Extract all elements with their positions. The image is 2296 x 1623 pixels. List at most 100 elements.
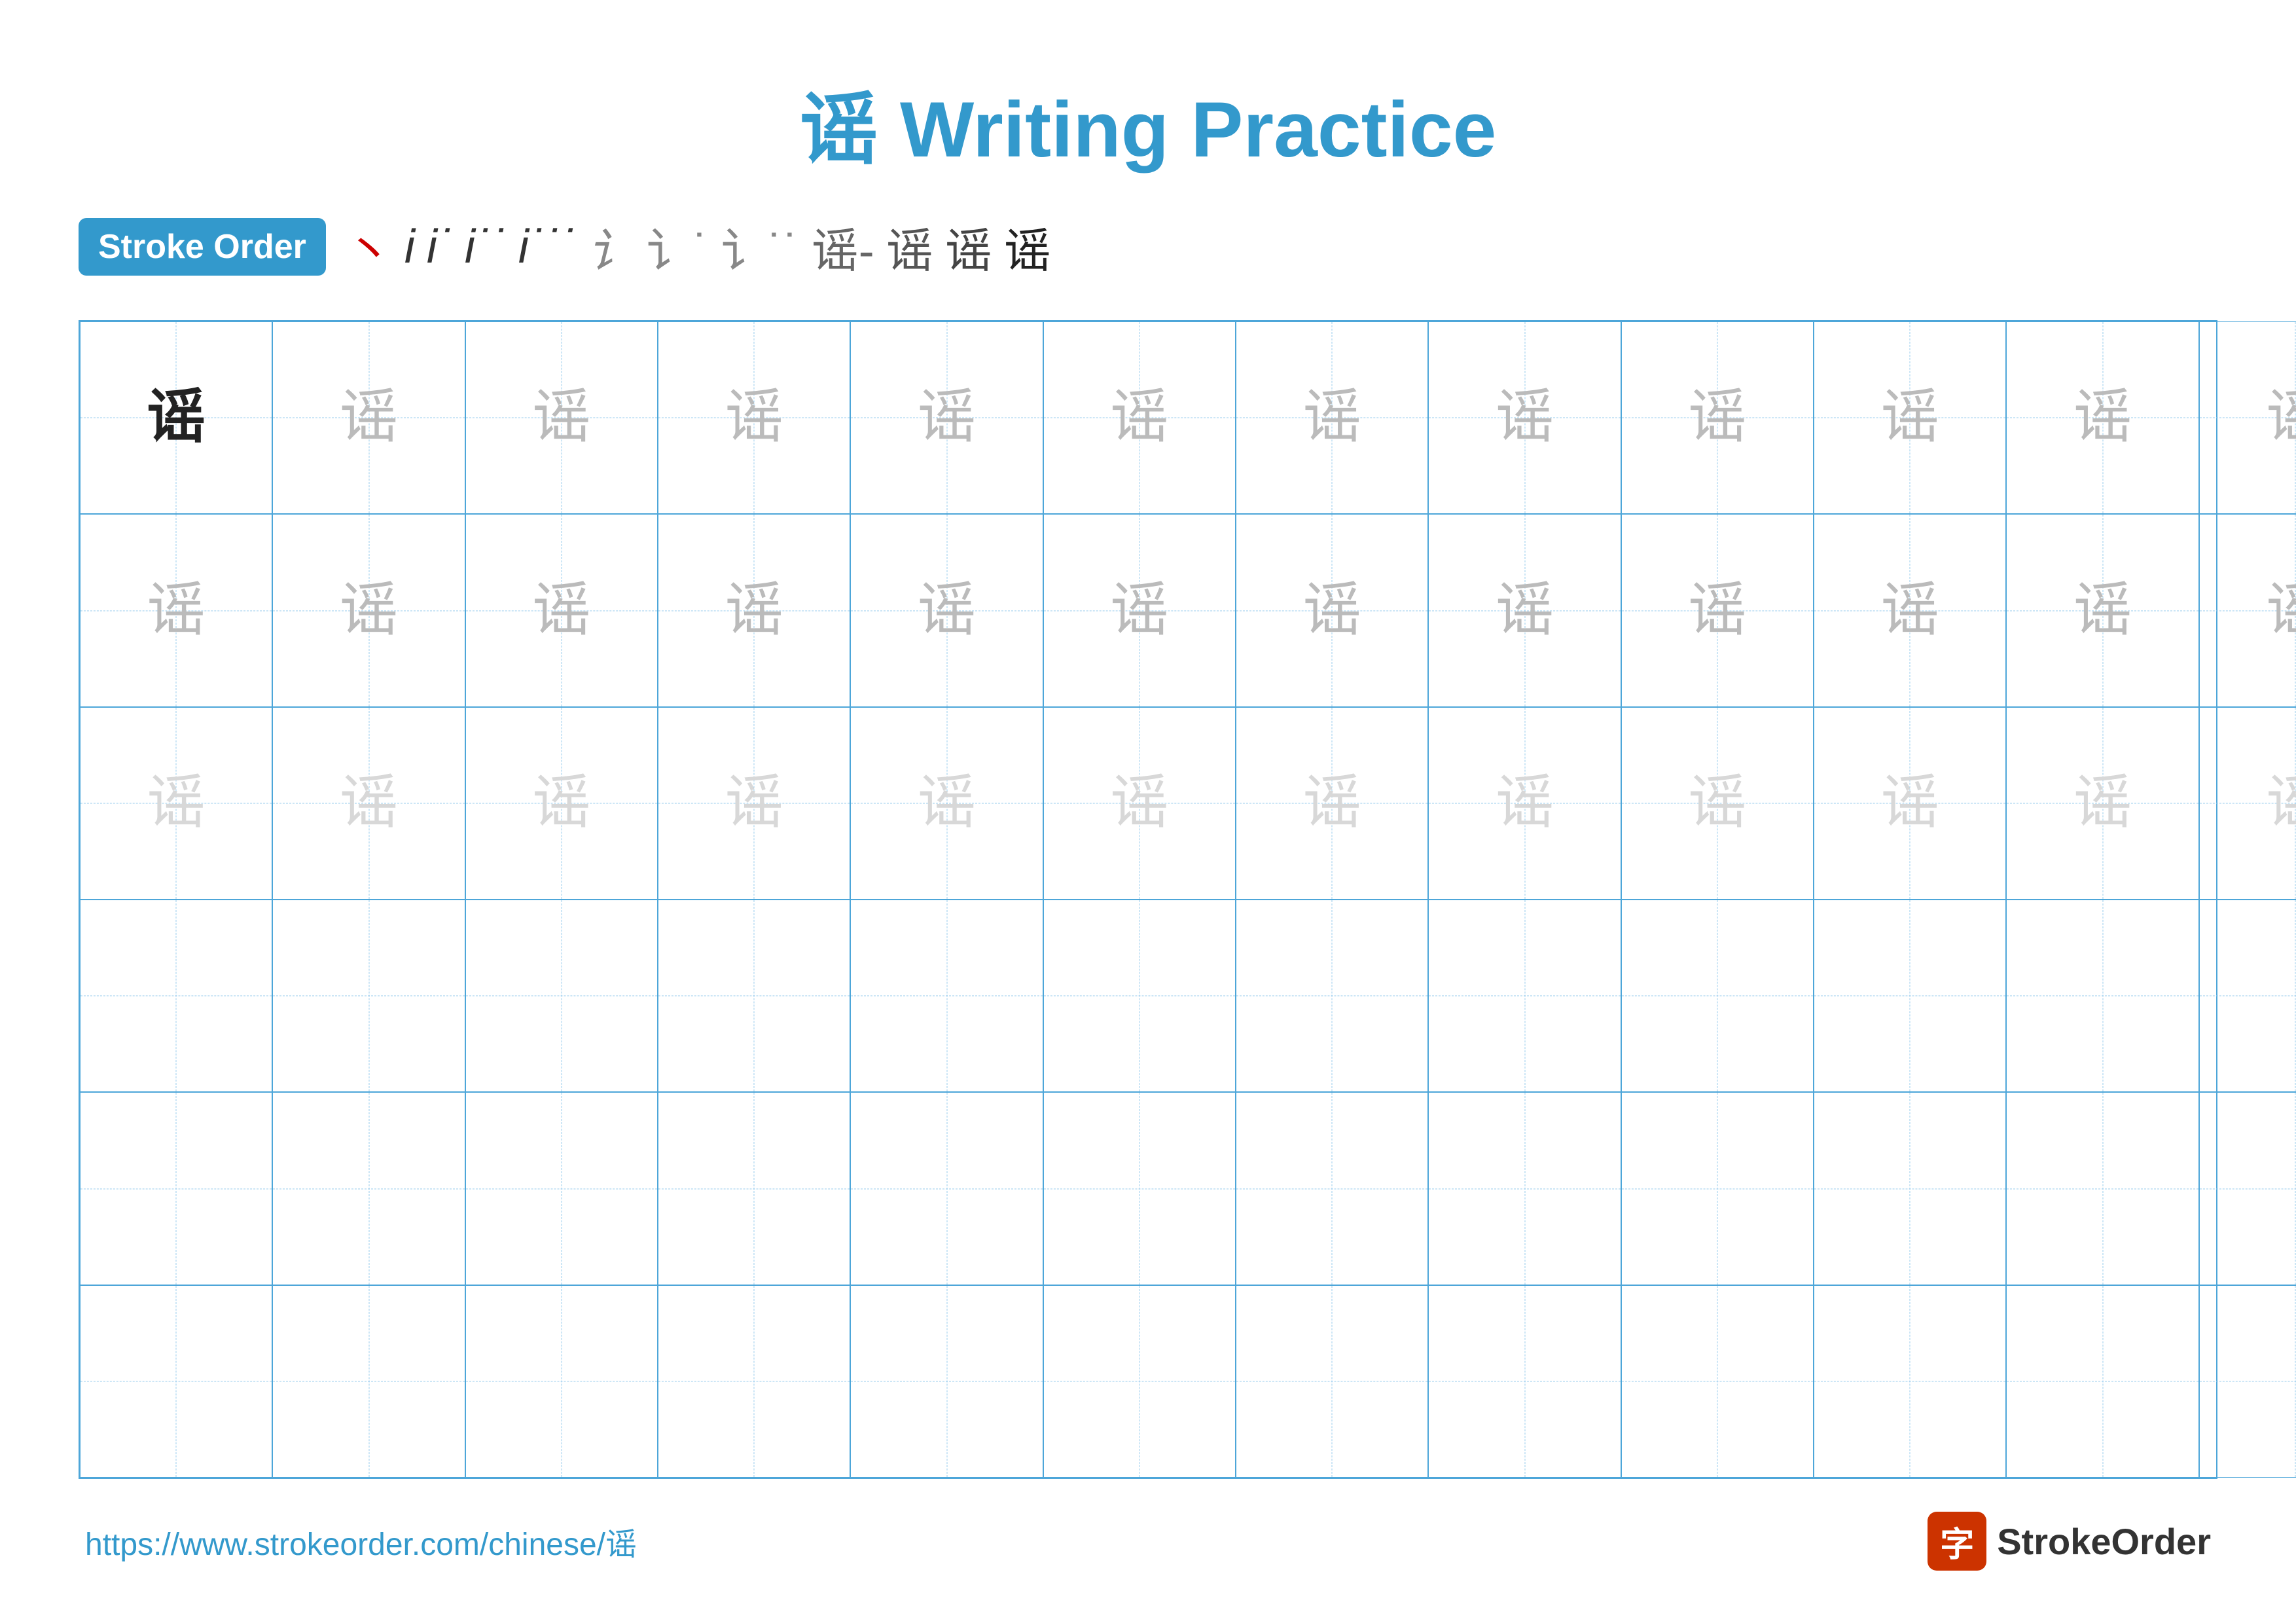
grid-cell[interactable]: 谣 — [465, 514, 658, 706]
grid-cell-char: 谣 — [1688, 581, 1747, 640]
grid-cell[interactable]: 谣 — [1621, 514, 1814, 706]
grid-cell[interactable] — [1428, 900, 1621, 1092]
grid-cell[interactable]: 谣 — [2006, 514, 2198, 706]
grid-cell[interactable] — [1428, 1285, 1621, 1478]
grid-cell[interactable] — [272, 1092, 465, 1285]
grid-cell[interactable] — [658, 1092, 850, 1285]
grid-cell[interactable]: 谣 — [80, 321, 272, 514]
grid-cell[interactable]: 谣 — [658, 321, 850, 514]
grid-cell-char: 谣 — [1110, 774, 1169, 833]
grid-cell[interactable]: 谣 — [1814, 321, 2006, 514]
grid-cell-char: 谣 — [147, 774, 206, 833]
grid-cell[interactable]: 谣 — [1428, 707, 1621, 900]
grid-cell[interactable] — [1428, 1092, 1621, 1285]
grid-cell-char: 谣 — [2266, 581, 2296, 640]
grid-cell[interactable]: 谣 — [272, 321, 465, 514]
grid-cell-char: 谣 — [1302, 581, 1361, 640]
grid-cell[interactable]: 谣 — [2199, 514, 2296, 706]
grid-cell[interactable]: 谣 — [1621, 321, 1814, 514]
grid-cell-char: 谣 — [1880, 774, 1939, 833]
grid-cell[interactable] — [465, 900, 658, 1092]
stroke-step-5: i˙˙˙ — [518, 220, 576, 274]
grid-cell-char: 谣 — [147, 581, 206, 640]
grid-cell[interactable]: 谣 — [2199, 321, 2296, 514]
grid-cell[interactable] — [80, 900, 272, 1092]
grid-cell-char: 谣 — [725, 581, 783, 640]
grid-cell-char: 谣 — [2073, 581, 2132, 640]
grid-cell[interactable]: 谣 — [1043, 514, 1236, 706]
grid-cell[interactable] — [1814, 1285, 2006, 1478]
stroke-step-6: 讠 — [588, 212, 635, 281]
grid-cell[interactable]: 谣 — [1236, 321, 1428, 514]
grid-cell[interactable] — [1236, 1285, 1428, 1478]
grid-cell-char: 谣 — [1880, 388, 1939, 447]
grid-cell[interactable] — [2006, 1285, 2198, 1478]
grid-cell[interactable]: 谣 — [850, 321, 1043, 514]
grid-cell[interactable]: 谣 — [465, 707, 658, 900]
grid-cell[interactable] — [658, 1285, 850, 1478]
grid-cell[interactable] — [2199, 900, 2296, 1092]
grid-cell[interactable] — [80, 1285, 272, 1478]
grid-cell-char: 谣 — [1496, 774, 1554, 833]
grid-cell[interactable] — [465, 1092, 658, 1285]
grid-cell[interactable]: 谣 — [80, 514, 272, 706]
stroke-step-1: 丶 — [346, 212, 393, 281]
grid-cell[interactable]: 谣 — [658, 707, 850, 900]
grid-cell[interactable] — [850, 900, 1043, 1092]
stroke-step-7: 讠˙ — [647, 212, 709, 281]
grid-cell[interactable] — [658, 900, 850, 1092]
stroke-step-3: i˙ — [427, 220, 453, 274]
grid-cell[interactable] — [1621, 1285, 1814, 1478]
grid-cell[interactable]: 谣 — [1428, 514, 1621, 706]
grid-cell-char: 谣 — [2073, 388, 2132, 447]
grid-cell[interactable] — [1236, 900, 1428, 1092]
grid-cell[interactable] — [1814, 1092, 2006, 1285]
grid-cell[interactable]: 谣 — [1814, 514, 2006, 706]
footer-logo: 字 StrokeOrder — [1928, 1512, 2211, 1571]
grid-cell[interactable] — [2006, 1092, 2198, 1285]
grid-cell[interactable] — [272, 900, 465, 1092]
grid-cell[interactable]: 谣 — [2006, 707, 2198, 900]
grid-cell[interactable] — [1236, 1092, 1428, 1285]
grid-cell[interactable] — [272, 1285, 465, 1478]
grid-cell[interactable]: 谣 — [1043, 707, 1236, 900]
grid-cell[interactable]: 谣 — [272, 707, 465, 900]
grid-cell[interactable] — [80, 1092, 272, 1285]
grid-cell[interactable]: 谣 — [2199, 707, 2296, 900]
grid-cell[interactable]: 谣 — [1814, 707, 2006, 900]
grid-cell-char: 谣 — [1302, 388, 1361, 447]
stroke-step-12: 谣 — [1004, 212, 1051, 281]
grid-cell[interactable] — [850, 1285, 1043, 1478]
grid-cell[interactable] — [850, 1092, 1043, 1285]
grid-cell[interactable] — [1043, 900, 1236, 1092]
grid-cell[interactable] — [1814, 900, 2006, 1092]
stroke-step-8: 讠˙˙ — [721, 212, 800, 281]
grid-cell[interactable] — [2199, 1285, 2296, 1478]
grid-cell[interactable] — [2006, 900, 2198, 1092]
grid-cell-char: 谣 — [918, 774, 977, 833]
grid-cell[interactable]: 谣 — [1621, 707, 1814, 900]
grid-cell[interactable]: 谣 — [272, 514, 465, 706]
grid-cell[interactable]: 谣 — [658, 514, 850, 706]
grid-cell[interactable] — [1043, 1285, 1236, 1478]
grid-cell[interactable]: 谣 — [1043, 321, 1236, 514]
grid-cell[interactable]: 谣 — [2006, 321, 2198, 514]
stroke-step-9: 谣- — [812, 212, 874, 281]
grid-cell[interactable]: 谣 — [850, 514, 1043, 706]
stroke-sequence: 丶 i i˙ i˙˙ i˙˙˙ 讠 讠˙ 讠˙˙ 谣- 谣 谣 谣 — [346, 212, 2217, 281]
grid-cell[interactable]: 谣 — [1236, 514, 1428, 706]
grid-cell[interactable]: 谣 — [1428, 321, 1621, 514]
grid-cell[interactable]: 谣 — [850, 707, 1043, 900]
grid-cell-char: 谣 — [725, 774, 783, 833]
grid-cell-char: 谣 — [1688, 774, 1747, 833]
grid-cell[interactable] — [1043, 1092, 1236, 1285]
grid-cell[interactable] — [1621, 1092, 1814, 1285]
grid-cell[interactable] — [1621, 900, 1814, 1092]
grid-cell[interactable] — [2199, 1092, 2296, 1285]
grid-cell-char: 谣 — [1496, 388, 1554, 447]
grid-cell[interactable]: 谣 — [80, 707, 272, 900]
grid-cell[interactable] — [465, 1285, 658, 1478]
grid-cell[interactable]: 谣 — [465, 321, 658, 514]
footer-url[interactable]: https://www.strokeorder.com/chinese/谣 — [85, 1518, 637, 1564]
grid-cell[interactable]: 谣 — [1236, 707, 1428, 900]
